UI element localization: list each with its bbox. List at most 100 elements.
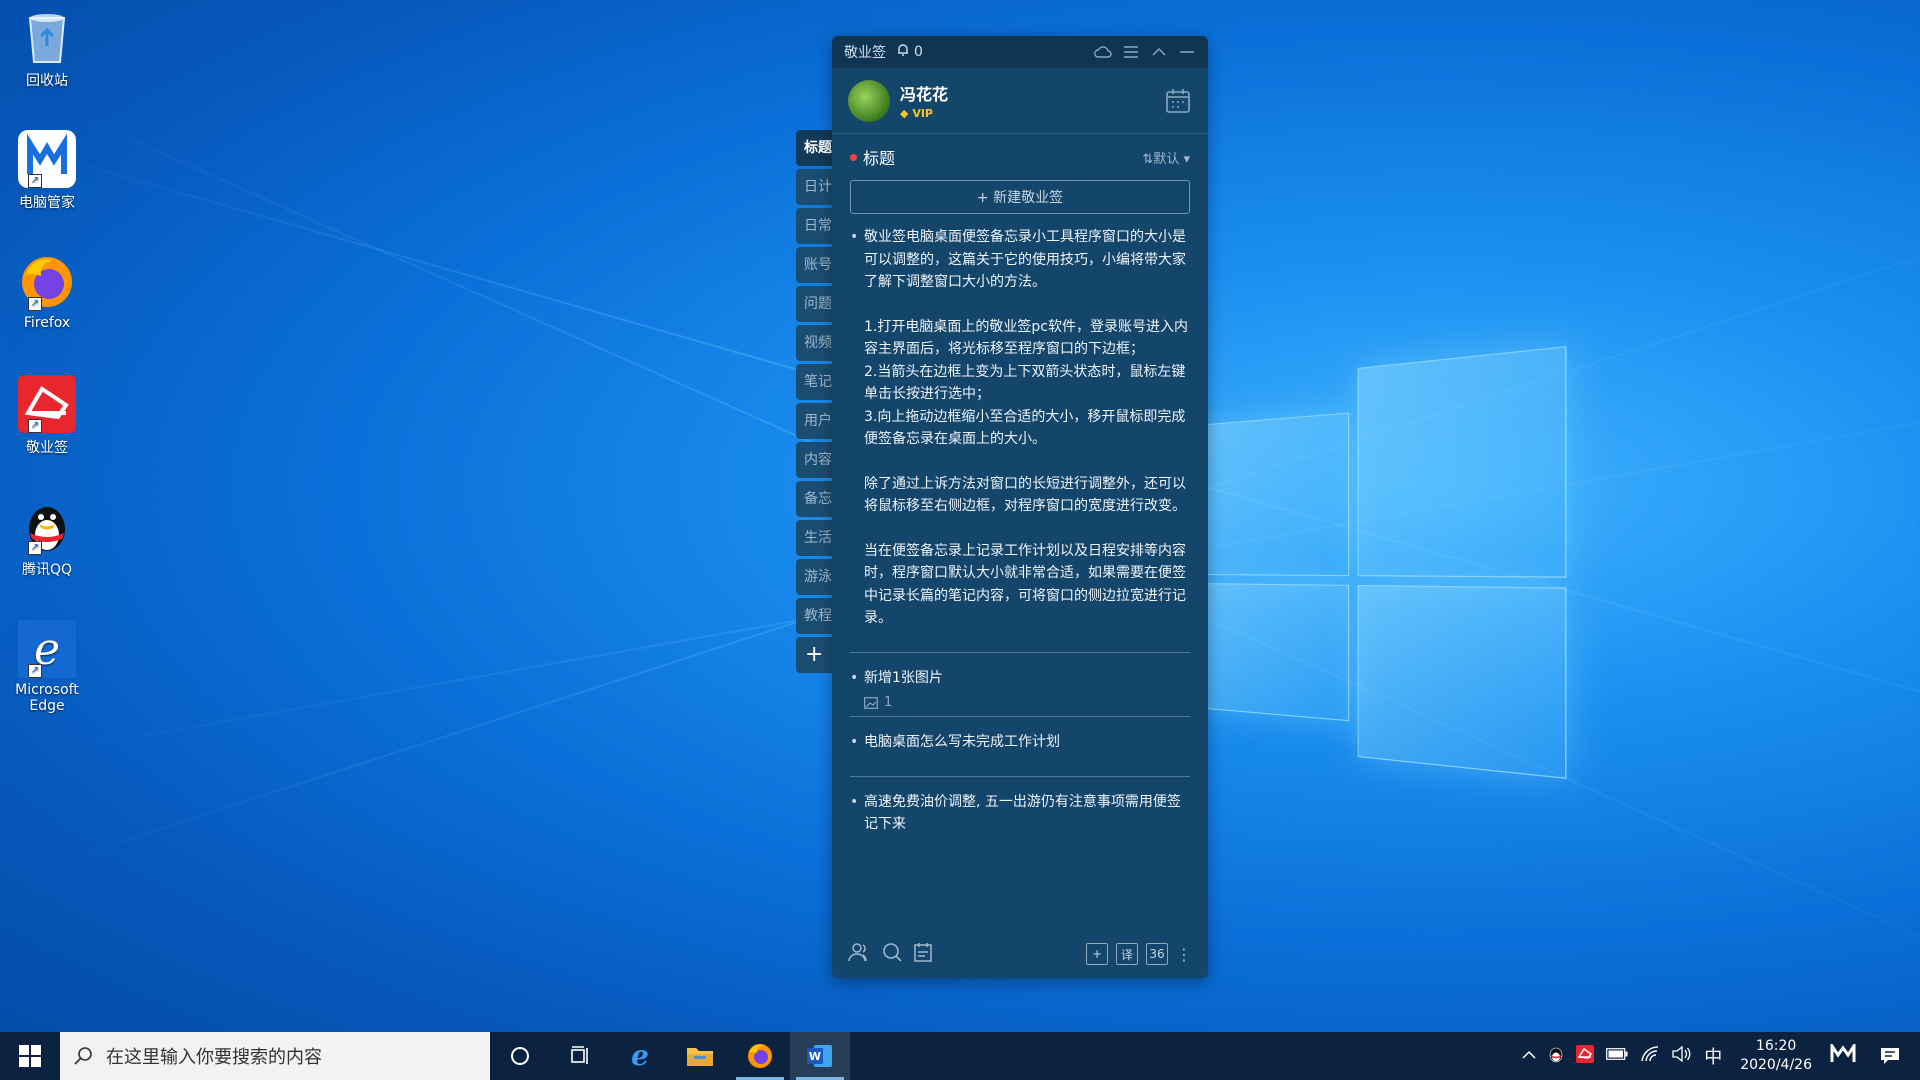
desktop-icon-edge[interactable]: e ↗ Microsoft Edge — [8, 620, 86, 714]
taskbar-word[interactable]: W — [790, 1032, 850, 1080]
pc-manager-tray-icon[interactable] — [1830, 1041, 1856, 1068]
app-titlebar: 敬业签 0 — [832, 36, 1208, 68]
user-name: 冯花花 — [900, 85, 949, 104]
calendar-icon[interactable] — [1164, 87, 1192, 115]
search-icon — [74, 1047, 92, 1065]
desktop-icon-recycle-bin[interactable]: 回收站 — [8, 8, 86, 90]
wifi-icon[interactable] — [1640, 1046, 1660, 1066]
search-icon[interactable] — [882, 942, 902, 966]
volume-icon[interactable] — [1672, 1045, 1692, 1066]
category-tab[interactable]: 备忘 — [796, 481, 836, 517]
windows-logo-wallpaper — [1195, 346, 1567, 779]
plus-icon: + — [1091, 947, 1103, 961]
chevron-up-icon[interactable] — [1522, 1048, 1536, 1064]
notepad-icon[interactable] — [914, 942, 932, 966]
category-tab[interactable]: 日计 — [796, 169, 836, 205]
app-footer: + 译 36 ⋮ — [832, 930, 1208, 978]
task-view-icon — [571, 1046, 588, 1064]
folder-icon — [687, 1048, 713, 1066]
jingyeqian-icon: ↗ — [18, 375, 76, 433]
svg-text:W: W — [809, 1050, 821, 1063]
category-tab[interactable]: 视频 — [796, 325, 836, 361]
list-item[interactable]: 高速免费油价调整, 五一出游仍有注意事项需用便签记下来 — [850, 791, 1190, 836]
new-note-button[interactable]: + 新建敬业签 — [850, 180, 1190, 214]
vip-badge: VIP — [912, 107, 933, 120]
desktop-icon-firefox[interactable]: ↗ Firefox — [8, 253, 86, 331]
bell-icon[interactable] — [896, 43, 910, 61]
list-item[interactable]: 敬业签电脑桌面便签备忘录小工具程序窗口的大小是可以调整的，这篇关于它的使用技巧，… — [850, 226, 1190, 630]
category-tab[interactable]: 笔记 — [796, 364, 836, 400]
category-tab[interactable]: 账号 — [796, 247, 836, 283]
category-tab[interactable]: 日常 — [796, 208, 836, 244]
divider — [850, 651, 1190, 653]
notes-list: 敬业签电脑桌面便签备忘录小工具程序窗口的大小是可以调整的，这篇关于它的使用技巧，… — [832, 214, 1208, 836]
taskbar-file-explorer[interactable] — [670, 1032, 730, 1080]
category-tab[interactable]: 生活 — [796, 520, 836, 556]
translate-button[interactable]: 译 — [1116, 943, 1138, 965]
edge-icon: e ↗ — [18, 620, 76, 678]
edge-icon: e — [631, 1042, 649, 1070]
qq-icon: ↗ — [18, 497, 76, 555]
category-tab[interactable]: 教程 — [796, 598, 836, 634]
add-note-button[interactable]: + — [1086, 943, 1108, 965]
avatar[interactable] — [848, 79, 890, 122]
desktop-icon-qq[interactable]: ↗ 腾讯QQ — [8, 497, 86, 579]
firefox-icon: ↗ — [18, 253, 76, 311]
image-icon — [864, 696, 878, 709]
qq-tray-icon[interactable] — [1548, 1045, 1564, 1067]
count-badge[interactable]: 36 — [1146, 943, 1168, 965]
category-tabs: 标题 日计 日常 账号 问题 视频 笔记 用户 内容 备忘 生活 游泳 教程 + — [796, 130, 836, 676]
cortana-button[interactable] — [490, 1032, 550, 1080]
system-tray: 中 16:20 2020/4/26 — [1522, 1037, 1920, 1075]
taskbar-edge[interactable]: e — [610, 1032, 670, 1080]
desktop-icon-pc-manager[interactable]: ↗ 电脑管家 — [8, 130, 86, 212]
sort-icon: ⇅ — [1142, 151, 1154, 167]
cloud-sync-icon[interactable] — [1094, 43, 1112, 61]
clock[interactable]: 16:20 2020/4/26 — [1734, 1037, 1818, 1075]
clock-time: 16:20 — [1755, 1038, 1797, 1054]
contacts-icon[interactable] — [848, 942, 870, 966]
taskbar-search[interactable]: 在这里输入你要搜索的内容 — [60, 1032, 490, 1080]
chevron-down-icon: ▾ — [1183, 151, 1190, 167]
jingyeqian-tray-icon[interactable] — [1576, 1045, 1595, 1067]
windows-icon — [19, 1045, 41, 1067]
start-button[interactable] — [0, 1032, 60, 1080]
notification-center-button[interactable] — [1868, 1047, 1912, 1065]
category-tab[interactable]: 游泳 — [796, 559, 836, 595]
sort-dropdown[interactable]: ⇅默认 ▾ — [1142, 148, 1190, 167]
pc-manager-icon: ↗ — [18, 130, 76, 188]
image-attachment[interactable]: 1 — [864, 695, 1190, 710]
recycle-bin-icon — [18, 8, 76, 66]
battery-icon[interactable] — [1606, 1048, 1628, 1064]
menu-icon[interactable] — [1122, 43, 1140, 61]
divider — [850, 716, 1190, 717]
status-dot — [850, 153, 857, 161]
taskbar: 在这里输入你要搜索的内容 e W 中 16:20 2020/4/26 — [0, 1032, 1920, 1080]
more-icon[interactable]: ⋮ — [1176, 945, 1192, 964]
divider — [850, 775, 1190, 777]
plus-icon: + — [805, 642, 824, 667]
bell-count: 0 — [914, 44, 923, 60]
category-tab[interactable]: 用户 — [796, 403, 836, 439]
user-profile: 冯花花 ◆ VIP — [832, 68, 1208, 134]
minimize-icon[interactable] — [1178, 43, 1196, 61]
ime-indicator[interactable]: 中 — [1704, 1043, 1722, 1069]
firefox-icon — [748, 1044, 772, 1068]
category-tab[interactable]: 内容 — [796, 442, 836, 478]
category-tab[interactable]: 标题 — [796, 130, 836, 166]
word-icon: W — [807, 1045, 832, 1067]
add-category-button[interactable]: + — [796, 637, 836, 673]
section-title: 标题 — [863, 149, 896, 168]
taskbar-firefox[interactable] — [730, 1032, 790, 1080]
category-tab[interactable]: 问题 — [796, 286, 836, 322]
list-item[interactable]: 新增1张图片 — [850, 667, 1190, 690]
list-item[interactable]: 电脑桌面怎么写未完成工作计划 — [850, 731, 1190, 754]
task-view-button[interactable] — [550, 1032, 610, 1080]
section-header: 标题 ⇅默认 ▾ — [832, 134, 1208, 180]
collapse-up-icon[interactable] — [1150, 43, 1168, 61]
jingyeqian-window: 敬业签 0 冯花花 ◆ VIP 标题 ⇅默认 ▾ + 新建敬业签 敬业签电脑桌面… — [832, 36, 1208, 978]
svg-text:e: e — [631, 1042, 649, 1070]
clock-date: 2020/4/26 — [1740, 1057, 1812, 1073]
desktop-icon-jingyeqian[interactable]: ↗ 敬业签 — [8, 375, 86, 457]
notification-icon — [1881, 1048, 1899, 1064]
